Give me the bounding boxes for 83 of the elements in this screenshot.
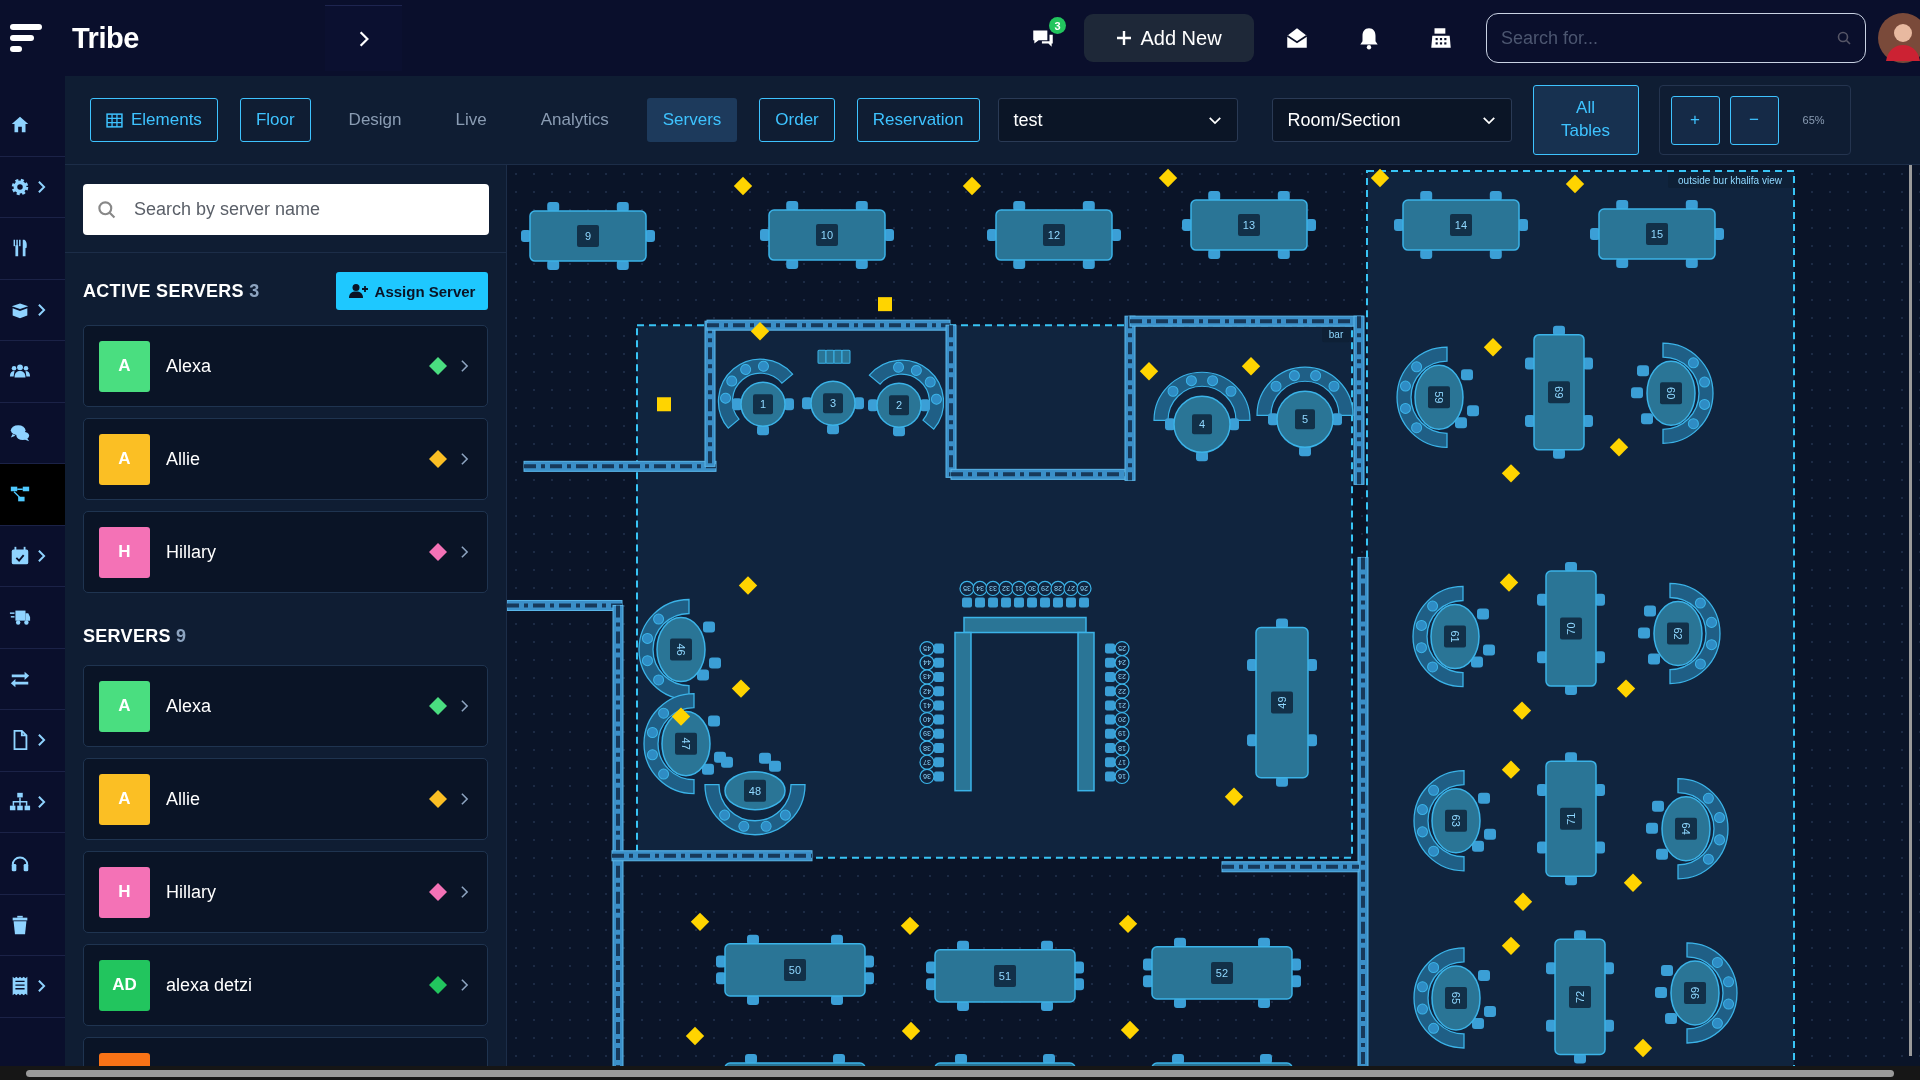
zoom-level: 65%: [1802, 114, 1825, 126]
tab[interactable]: Elements: [90, 98, 218, 142]
search-icon: [97, 200, 116, 219]
server-name: Allie: [166, 448, 201, 470]
marker-icon[interactable]: [878, 297, 892, 312]
caret-icon: [1207, 115, 1222, 125]
section-title: SERVERS 9: [83, 625, 187, 647]
server-name: Alexa: [166, 355, 213, 377]
server-name: Hillary: [166, 881, 217, 903]
diamond-icon: [428, 449, 448, 469]
server-initials: A: [99, 433, 150, 485]
chevron-icon: [460, 792, 469, 806]
server-initials: A: [99, 680, 150, 732]
marker-icon[interactable]: [750, 322, 770, 341]
server-card[interactable]: H Hillary: [83, 851, 488, 933]
tab[interactable]: Floor: [239, 98, 311, 142]
server-initials: A: [99, 773, 150, 825]
add-new-button[interactable]: Add New: [1084, 14, 1254, 62]
server-card[interactable]: A Allie: [83, 758, 488, 840]
diamond-icon: [428, 789, 448, 809]
calendar-icon: [9, 544, 31, 567]
server-card[interactable]: A Allie: [83, 418, 488, 500]
server-card[interactable]: AD alexa detzi: [83, 944, 488, 1026]
tab[interactable]: Analytics: [524, 98, 625, 142]
search-field[interactable]: Search for...: [1486, 13, 1866, 63]
avatar[interactable]: [1878, 13, 1920, 63]
server-initials: A: [99, 340, 150, 392]
server-name: alexa detzi: [166, 974, 254, 996]
diamond-icon: [428, 356, 448, 376]
server-name: Allie: [166, 788, 201, 810]
chevron-icon: [460, 699, 469, 713]
tab[interactable]: Design: [332, 98, 418, 142]
server-name: Alexa: [166, 695, 213, 717]
server-initials: H: [99, 866, 150, 918]
server-initials: H: [99, 526, 150, 578]
caret-icon: [1481, 115, 1496, 125]
sitemap-icon: [9, 790, 31, 813]
search-field[interactable]: Search by server name: [83, 184, 489, 235]
table[interactable]: [1151, 1054, 1293, 1066]
dropdown[interactable]: Room/Section: [1271, 98, 1512, 142]
marker-icon[interactable]: [657, 397, 671, 412]
tab[interactable]: Reservation: [856, 98, 980, 142]
chevron-icon: [460, 885, 469, 899]
all-tables-button[interactable]: All Tables: [1532, 85, 1639, 155]
server-name: Hillary: [166, 541, 217, 563]
section-label: bar: [1322, 327, 1350, 343]
search-icon[interactable]: [1836, 30, 1852, 46]
tab[interactable]: Live: [439, 98, 503, 142]
logo: Tribe: [72, 21, 139, 55]
dropdown-value: test: [1013, 109, 1043, 131]
diamond-icon: [428, 696, 448, 716]
dropdown[interactable]: test: [997, 98, 1238, 142]
add-user-icon: [348, 283, 369, 299]
plus-icon: [1116, 30, 1133, 46]
scrollbar[interactable]: [0, 1066, 1920, 1080]
server-initials: AD: [99, 959, 150, 1011]
chevron-icon: [460, 359, 469, 373]
tab[interactable]: Order: [759, 98, 835, 142]
section-title: ACTIVE SERVERS 3: [83, 280, 260, 302]
assign-server-button[interactable]: Assign Server: [336, 272, 488, 310]
notification-badge: 3: [1049, 17, 1066, 34]
diamond-icon: [428, 882, 448, 902]
chevron-icon: [460, 545, 469, 559]
zoom-out-button[interactable]: −: [1729, 95, 1779, 145]
nav-item-active[interactable]: [0, 464, 65, 526]
bench: [817, 349, 851, 364]
cash-register-icon[interactable]: [1428, 25, 1454, 51]
chevron-icon: [357, 29, 370, 48]
marker-icon[interactable]: [671, 707, 691, 726]
tab[interactable]: Servers: [646, 98, 738, 142]
table[interactable]: [934, 1054, 1076, 1066]
section-label: outside bur khalifa view: [1668, 172, 1792, 189]
table[interactable]: [724, 1054, 866, 1066]
scrollbar[interactable]: [1909, 165, 1912, 1056]
server-card[interactable]: A Alexa: [83, 665, 488, 747]
server-card[interactable]: H Hillary: [83, 511, 488, 593]
zoom-in-button[interactable]: +: [1670, 95, 1720, 145]
chevron-icon: [460, 452, 469, 466]
chevron-icon: [460, 978, 469, 992]
server-card[interactable]: A Alexa: [83, 325, 488, 407]
diamond-icon: [428, 542, 448, 562]
diamond-icon: [428, 975, 448, 995]
dropdown-value: Room/Section: [1287, 109, 1401, 131]
